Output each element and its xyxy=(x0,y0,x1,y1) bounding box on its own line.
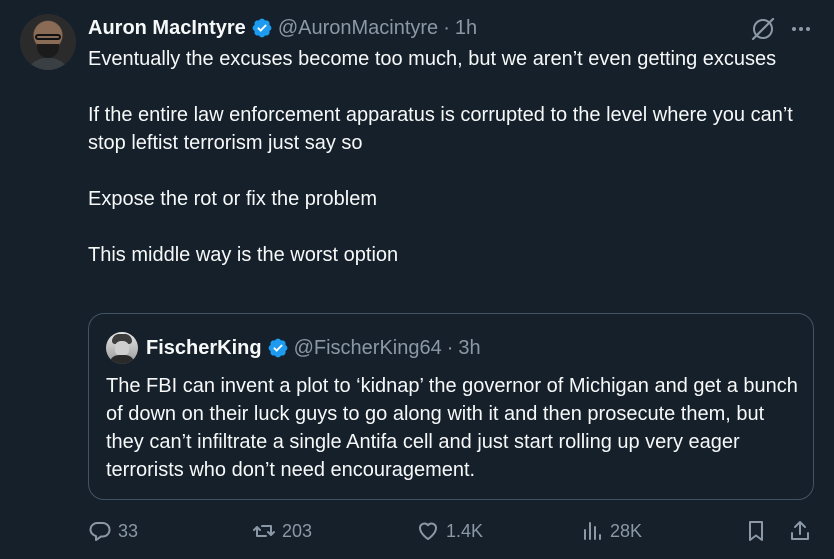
reply-icon xyxy=(89,522,111,541)
reply-count: 33 xyxy=(118,520,139,541)
quote-text: The FBI can invent a plot to ‘kidnap’ th… xyxy=(106,375,798,481)
verified-badge-icon xyxy=(251,17,273,39)
avatar-glasses xyxy=(35,34,61,40)
repost-button[interactable]: 203 xyxy=(252,516,312,546)
reply-button[interactable]: 33 xyxy=(88,516,138,546)
share-button[interactable] xyxy=(788,516,812,546)
quote-avatar[interactable] xyxy=(106,332,138,364)
tweet-header: Auron MacIntyre @AuronMacintyre · 1h xyxy=(88,14,477,42)
bookmark-button[interactable] xyxy=(744,516,768,546)
quote-avatar-coat xyxy=(109,355,135,364)
tweet-paragraph: If the entire law enforcement apparatus … xyxy=(88,104,793,154)
repost-count: 203 xyxy=(282,520,313,541)
heart-icon xyxy=(419,522,437,540)
like-button[interactable]: 1.4K xyxy=(416,516,483,546)
like-count: 1.4K xyxy=(446,520,484,541)
avatar-beard xyxy=(37,44,59,58)
views-button[interactable]: 28K xyxy=(580,516,642,546)
views-icon xyxy=(584,522,601,540)
quoted-tweet[interactable]: FischerKing @FischerKing64 · 3h The FBI … xyxy=(88,313,814,500)
post-time[interactable]: 1h xyxy=(455,17,477,40)
share-icon xyxy=(791,521,809,540)
author-avatar[interactable] xyxy=(20,14,76,70)
quote-avatar-face xyxy=(115,341,129,356)
quote-time[interactable]: 3h xyxy=(458,337,480,360)
separator: · xyxy=(443,16,450,39)
bookmark-icon xyxy=(749,521,763,541)
verified-badge-icon xyxy=(267,337,289,359)
retweet-icon xyxy=(253,525,275,537)
quote-header: FischerKing @FischerKing64 · 3h xyxy=(146,334,481,362)
tweet-paragraph: Eventually the excuses become too much, … xyxy=(88,48,777,70)
tweet[interactable]: Auron MacIntyre @AuronMacintyre · 1h Eve… xyxy=(0,0,834,559)
avatar-shirt xyxy=(26,58,70,70)
separator: · xyxy=(446,336,454,359)
action-bar: 33 203 1.4K 28K xyxy=(88,516,818,546)
quote-author-name[interactable]: FischerKing xyxy=(146,337,262,360)
tweet-paragraph: Expose the rot or fix the problem xyxy=(88,188,378,210)
author-handle[interactable]: @AuronMacintyre xyxy=(278,17,438,40)
more-icon[interactable] xyxy=(788,16,814,42)
quote-author-handle[interactable]: @FischerKing64 xyxy=(294,337,442,360)
tweet-paragraph: This middle way is the worst option xyxy=(88,244,399,266)
tweet-body: Eventually the excuses become too much, … xyxy=(88,45,818,269)
views-count: 28K xyxy=(610,520,643,541)
grok-icon[interactable] xyxy=(750,16,776,42)
author-name[interactable]: Auron MacIntyre xyxy=(88,17,246,40)
